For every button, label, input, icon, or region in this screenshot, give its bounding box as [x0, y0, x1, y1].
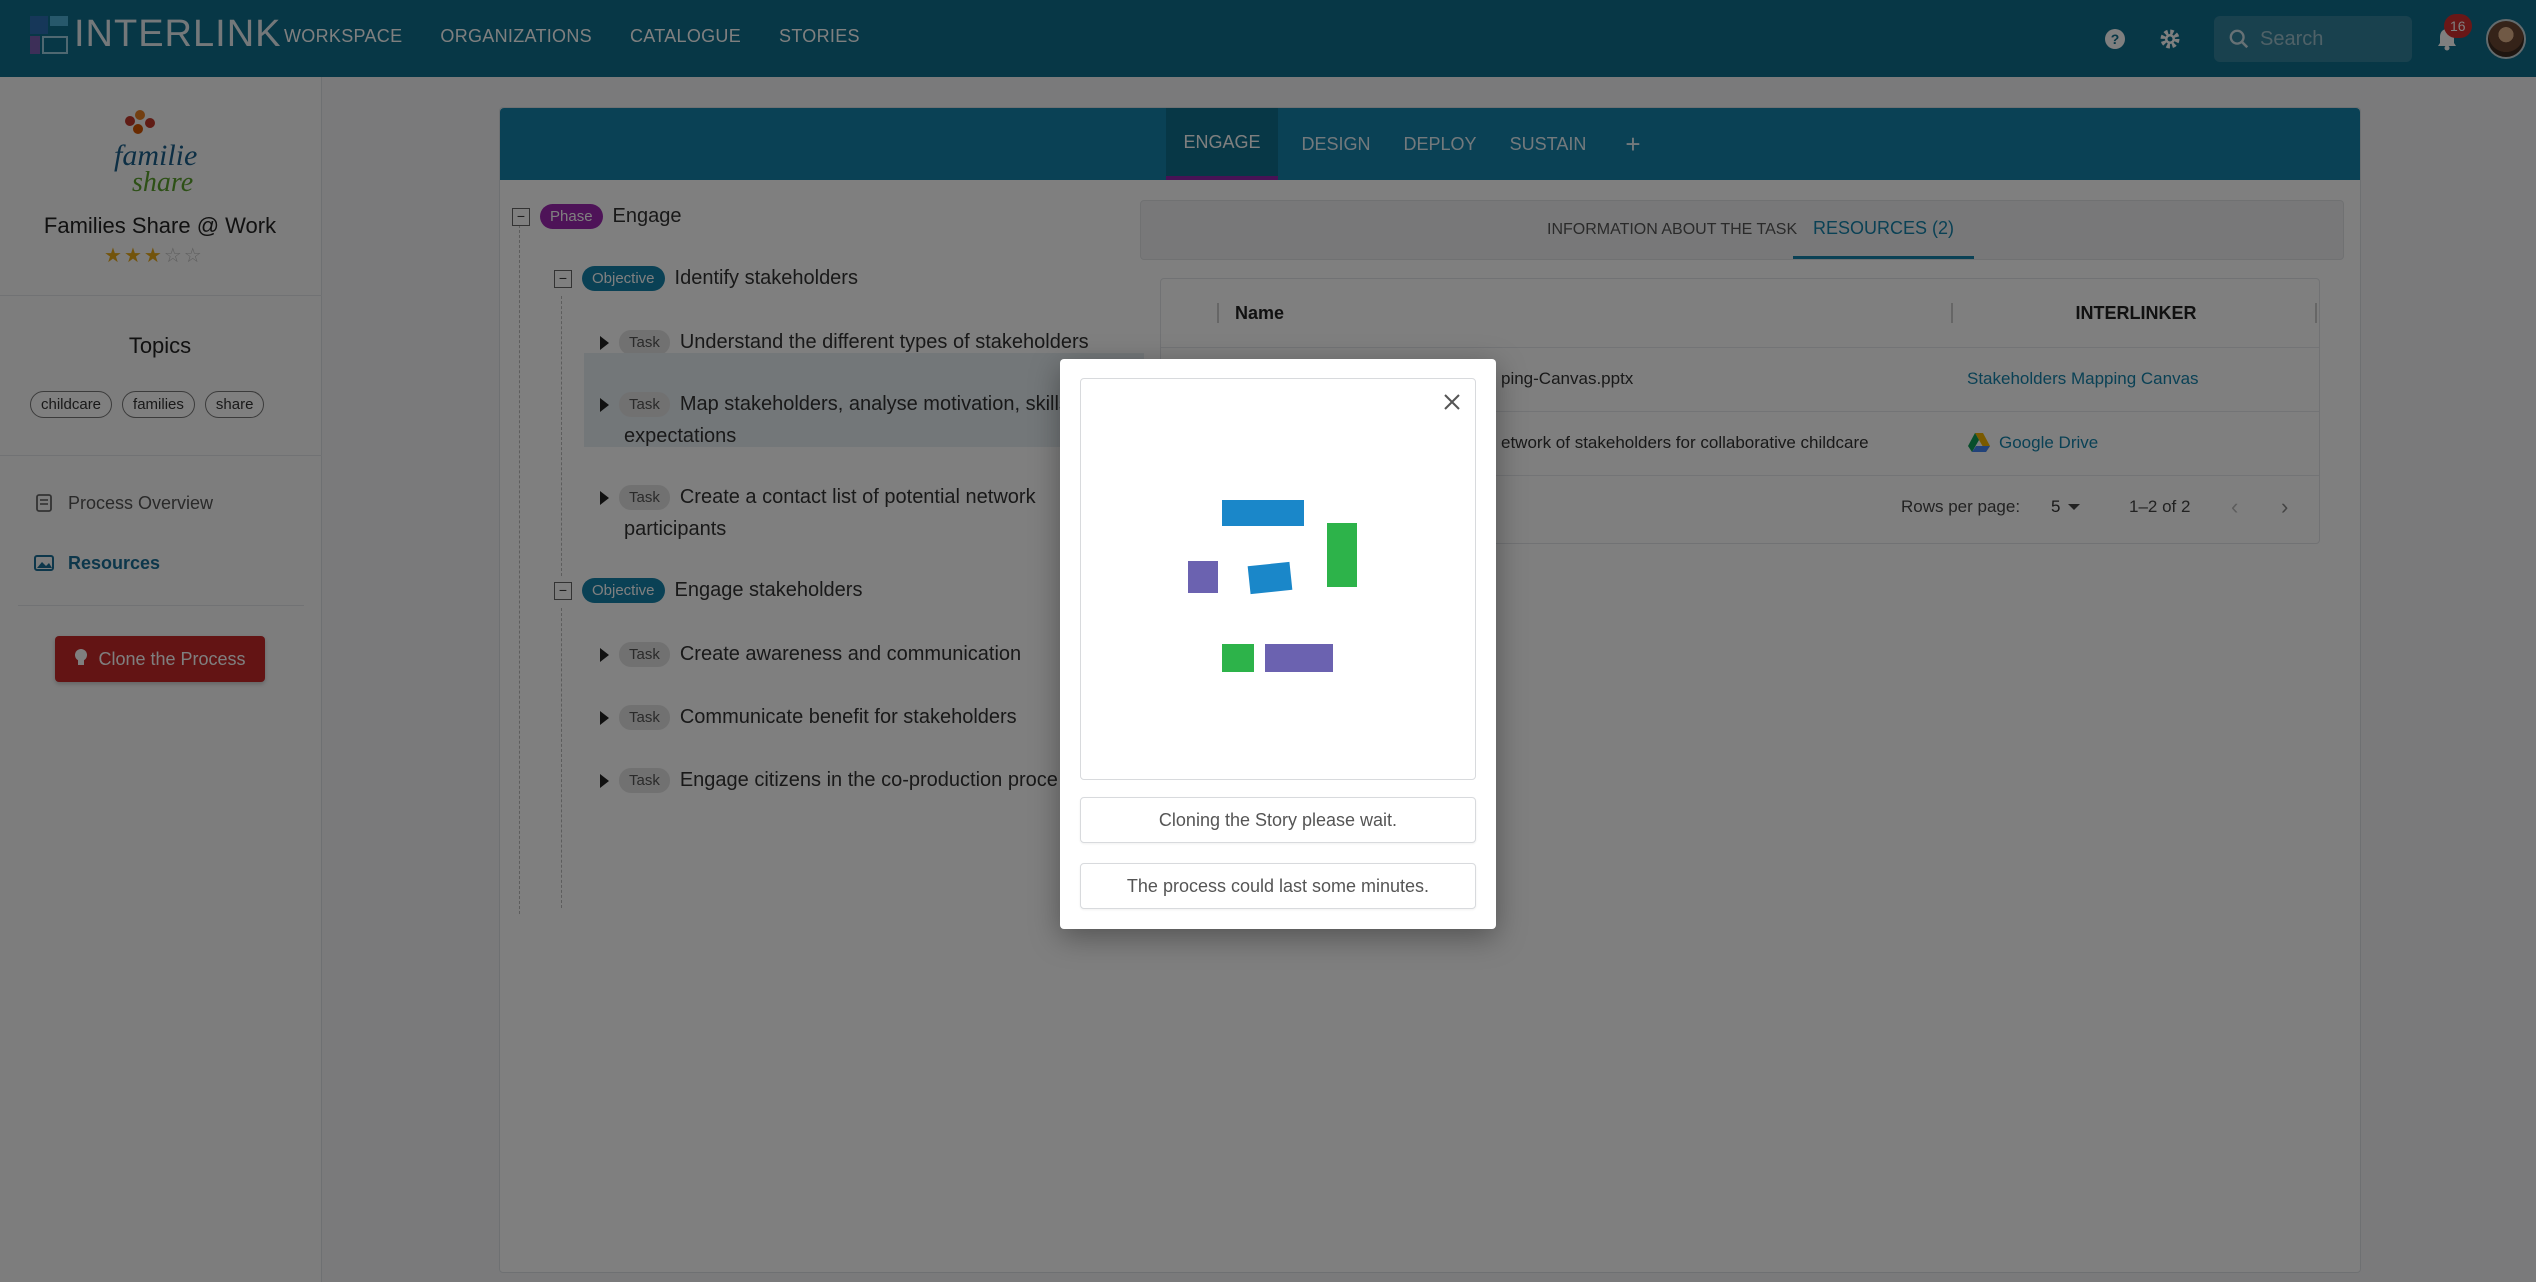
loading-animation-icon [1188, 500, 1357, 672]
loader-block [1222, 500, 1304, 526]
loader-block [1247, 561, 1293, 595]
loading-panel [1080, 378, 1476, 780]
duration-message: The process could last some minutes. [1080, 863, 1476, 909]
cloning-dialog: Cloning the Story please wait. The proce… [1060, 359, 1496, 929]
loader-block [1265, 644, 1333, 672]
cloning-message: Cloning the Story please wait. [1080, 797, 1476, 843]
loader-block [1188, 561, 1218, 593]
loader-block [1327, 523, 1357, 587]
loader-block [1222, 644, 1254, 672]
